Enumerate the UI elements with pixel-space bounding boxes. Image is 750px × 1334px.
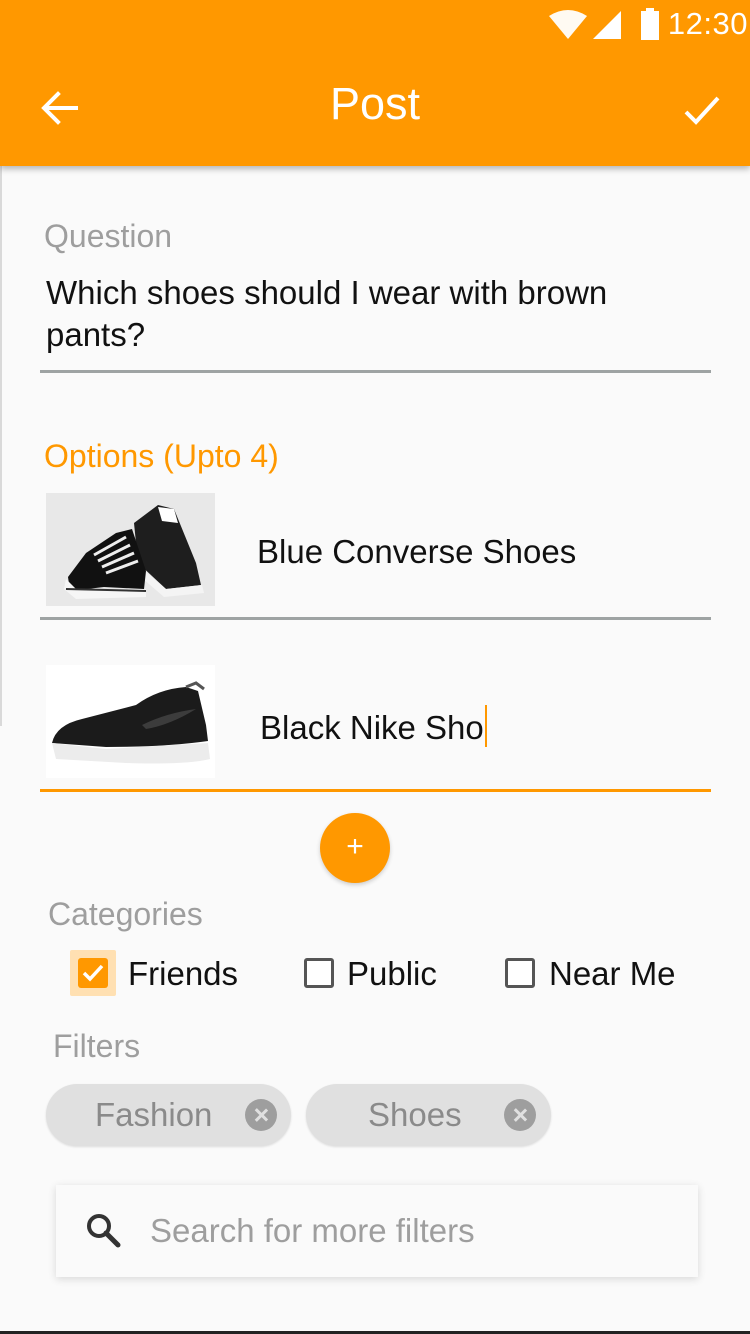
filter-chip-fashion[interactable]: Fashion — [46, 1084, 291, 1146]
option-text-1[interactable]: Blue Converse Shoes — [257, 533, 576, 571]
chip-label: Fashion — [95, 1096, 213, 1133]
add-icon: + — [346, 830, 364, 863]
friends-label[interactable]: Friends — [128, 955, 238, 993]
option-input-2[interactable]: Black Nike Sho — [260, 705, 487, 747]
check-icon — [684, 96, 720, 125]
text-cursor — [484, 705, 487, 747]
search-icon — [87, 1214, 121, 1248]
app-bar: 12:30 Post — [0, 0, 750, 166]
option-image-1[interactable] — [46, 493, 215, 606]
categories-label: Categories — [48, 896, 203, 932]
status-time: 12:30 — [667, 6, 748, 41]
near-me-checkbox[interactable] — [505, 958, 535, 988]
sneaker-image — [46, 493, 215, 606]
near-me-label[interactable]: Near Me — [549, 955, 676, 993]
add-option-button[interactable]: + — [320, 813, 390, 883]
question-label: Question — [44, 218, 173, 254]
public-label[interactable]: Public — [347, 955, 437, 993]
close-circle-icon[interactable] — [245, 1099, 277, 1131]
friends-checkbox[interactable] — [70, 950, 116, 996]
options-label: Options (Upto 4) — [44, 438, 279, 474]
filter-chip-shoes[interactable]: Shoes — [306, 1084, 551, 1146]
status-bar: 12:30 — [0, 0, 750, 50]
question-input[interactable]: Which shoes should I wear with brown pan… — [46, 272, 686, 356]
wifi-icon — [549, 10, 587, 39]
option-underline-2 — [40, 789, 711, 792]
option-text-2: Black Nike Sho — [260, 709, 484, 746]
signal-icon — [593, 11, 621, 39]
filter-search-box[interactable] — [56, 1185, 698, 1277]
sneaker-image — [46, 665, 215, 778]
check-icon — [82, 964, 104, 982]
categories-row: Friends Public Near Me — [0, 950, 750, 1000]
close-circle-icon[interactable] — [504, 1099, 536, 1131]
option-image-2[interactable] — [46, 665, 215, 778]
page-title: Post — [329, 78, 421, 129]
submit-button[interactable] — [680, 90, 724, 130]
divider — [0, 166, 2, 726]
search-input[interactable] — [150, 1205, 670, 1257]
public-checkbox[interactable] — [304, 958, 334, 988]
question-underline — [40, 370, 711, 373]
option-underline-1 — [40, 617, 711, 620]
chip-label: Shoes — [368, 1096, 462, 1133]
battery-icon — [641, 8, 659, 40]
filters-label: Filters — [53, 1028, 141, 1064]
